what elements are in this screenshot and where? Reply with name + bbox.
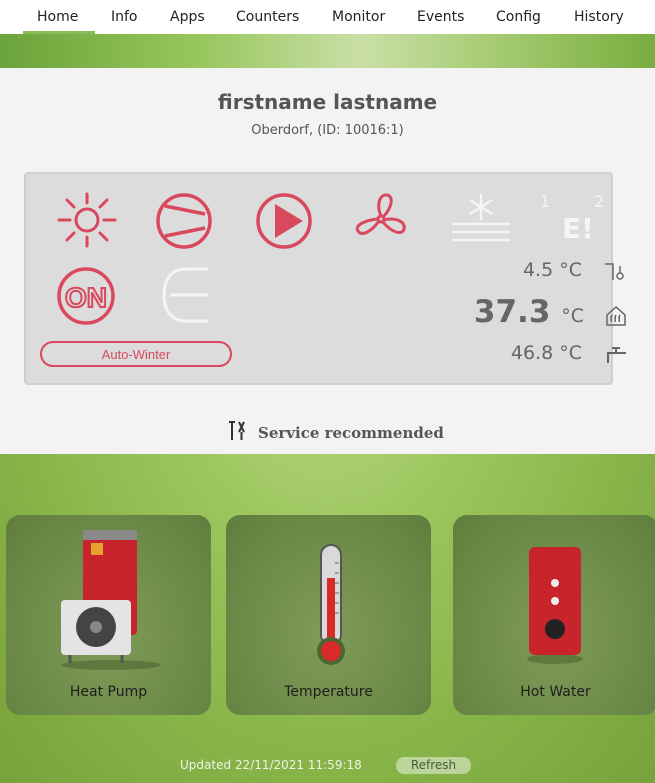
water-tank-icon	[525, 545, 585, 665]
hot-water-temp-value: 46.8	[510, 342, 554, 364]
heat-pump-icon	[56, 525, 166, 670]
room-temp-value: 37.3	[473, 294, 551, 330]
room-temp-unit: °C	[561, 305, 584, 327]
hot-water-temp-unit: °C	[559, 342, 582, 364]
header-banner	[0, 34, 655, 68]
circulation-pump-icon	[255, 192, 313, 250]
compressor-icon	[155, 192, 213, 250]
house-heating-icon	[605, 305, 627, 327]
top-nav: Home Info Apps Counters Monitor Events C…	[0, 0, 655, 34]
temperature-tile[interactable]: Temperature	[226, 515, 431, 715]
nav-info[interactable]: Info	[111, 9, 138, 25]
heat-pump-label: Heat Pump	[69, 684, 148, 700]
error-icon: 1 2 E!	[540, 190, 615, 248]
fan-icon	[352, 190, 410, 248]
tools-icon	[228, 420, 246, 446]
nav-config[interactable]: Config	[496, 9, 541, 25]
room-temperature: 37.3 °C	[458, 294, 584, 330]
nav-history[interactable]: History	[574, 9, 624, 25]
thermometer-icon	[311, 543, 351, 668]
last-updated: Updated 22/11/2021 11:59:18	[180, 758, 362, 772]
heat-pump-tile[interactable]: Heat Pump	[6, 515, 211, 715]
location-id: Oberdorf, (ID: 10016:1)	[251, 123, 404, 138]
service-notice: Service recommended	[228, 420, 444, 446]
error-sub-1: 1	[540, 192, 551, 211]
service-text: Service recommended	[258, 424, 444, 442]
error-sub-2: 2	[594, 192, 605, 211]
nav-counters[interactable]: Counters	[236, 9, 299, 25]
sun-icon	[57, 192, 117, 248]
hot-water-temperature: 46.8 °C	[480, 342, 582, 364]
error-text: E!	[562, 212, 594, 245]
nav-monitor[interactable]: Monitor	[332, 9, 385, 25]
outdoor-temperature: 4.5 °C	[480, 259, 582, 281]
refresh-button[interactable]: Refresh	[396, 757, 471, 774]
hot-water-tap-icon	[604, 345, 628, 365]
temperature-label: Temperature	[284, 684, 373, 700]
hot-water-tile[interactable]: Hot Water	[453, 515, 655, 715]
owner-name: firstname lastname	[217, 90, 438, 114]
heating-rod-icon	[160, 265, 212, 325]
outdoor-temp-value: 4.5	[522, 259, 554, 281]
outdoor-temp-unit: °C	[559, 259, 582, 281]
defrost-icon	[448, 190, 514, 248]
svg-text:ON: ON	[65, 282, 107, 313]
operating-mode-button[interactable]: Auto-Winter	[40, 341, 232, 367]
nav-home[interactable]: Home	[37, 9, 78, 25]
on-icon: ON	[55, 265, 117, 327]
nav-apps[interactable]: Apps	[170, 9, 205, 25]
nav-events[interactable]: Events	[417, 9, 464, 25]
hot-water-label: Hot Water	[520, 684, 591, 700]
outdoor-sensor-icon	[603, 262, 627, 282]
